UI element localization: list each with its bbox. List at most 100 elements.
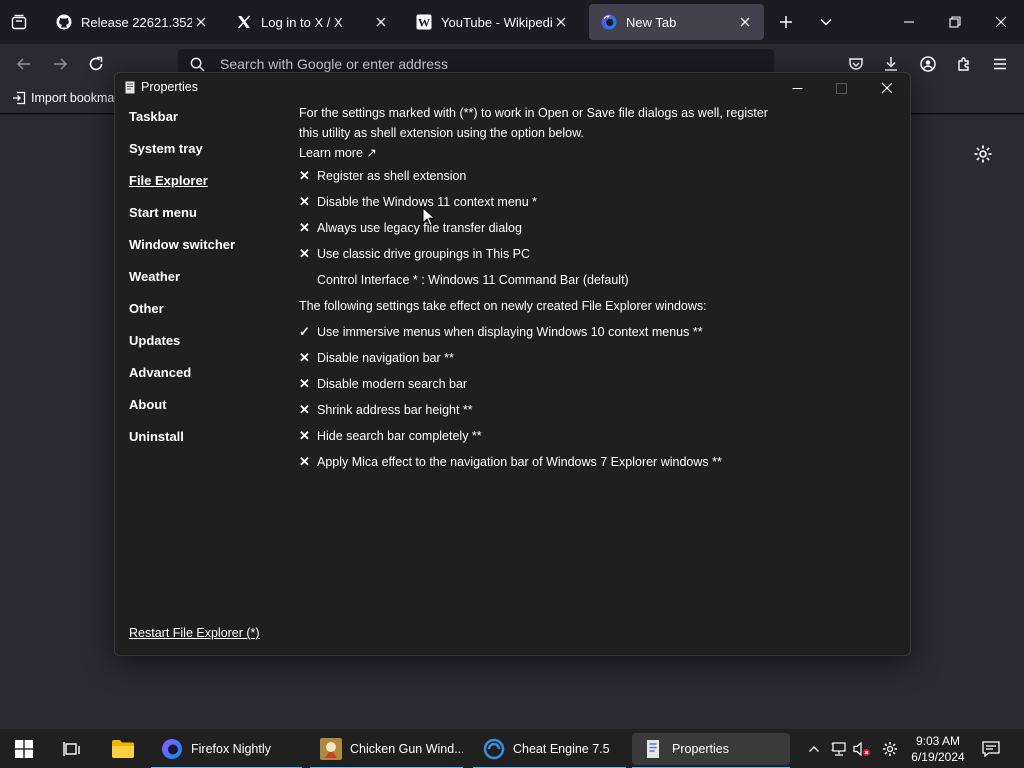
option-state-x-icon: ✕ bbox=[299, 454, 310, 469]
option-label: Hide search bar completely ** bbox=[317, 429, 482, 443]
system-clock[interactable]: 9:03 AM 6/19/2024 bbox=[905, 733, 971, 765]
import-bookmarks-label: Import bookma bbox=[31, 91, 115, 105]
firefox-nightly-icon bbox=[162, 739, 182, 759]
taskbar-app-label: Firefox Nightly bbox=[191, 742, 271, 756]
taskbar-app-label: Properties bbox=[672, 742, 729, 756]
wikipedia-icon: W bbox=[416, 14, 432, 30]
close-window-icon[interactable] bbox=[987, 8, 1015, 36]
show-hidden-icons-chevron-icon[interactable] bbox=[804, 739, 824, 759]
sidebar-item-uninstall[interactable]: Uninstall bbox=[129, 427, 289, 459]
option-state-x-icon: ✕ bbox=[299, 376, 310, 391]
clock-time: 9:03 AM bbox=[915, 734, 961, 748]
forward-arrow-icon[interactable] bbox=[50, 54, 70, 74]
sidebar-item-taskbar[interactable]: Taskbar bbox=[129, 107, 289, 139]
option-hide-search-bar[interactable]: ✕ Hide search bar completely ** bbox=[299, 423, 769, 449]
option-label: Control Interface * : Windows 11 Command… bbox=[317, 273, 629, 287]
dialog-close-icon[interactable] bbox=[872, 76, 902, 100]
taskbar-app-label: Chicken Gun Wind... bbox=[350, 742, 463, 756]
start-windows-logo-icon[interactable] bbox=[12, 733, 36, 765]
option-state-x-icon: ✕ bbox=[299, 350, 310, 365]
properties-dialog: Properties Taskbar System tray File Expl… bbox=[114, 72, 911, 656]
option-label: Shrink address bar height ** bbox=[317, 403, 473, 417]
sidebar-item-updates[interactable]: Updates bbox=[129, 331, 289, 363]
reload-icon[interactable] bbox=[86, 54, 106, 74]
properties-app-icon bbox=[125, 81, 135, 93]
tab-new-tab[interactable]: New Tab bbox=[589, 4, 764, 40]
taskbar-app-cheat-engine[interactable]: Cheat Engine 7.5 bbox=[473, 733, 626, 768]
settings-gear-icon[interactable] bbox=[880, 739, 900, 759]
tab-title: New Tab bbox=[626, 14, 677, 30]
tab-youtube-wikipedia[interactable]: W YouTube - Wikipedia bbox=[404, 4, 580, 40]
file-explorer-settings: For the settings marked with (**) to wor… bbox=[299, 103, 769, 475]
tab-overview-icon[interactable] bbox=[9, 12, 29, 32]
sidebar-item-system-tray[interactable]: System tray bbox=[129, 139, 289, 171]
taskbar: Firefox Nightly Chicken Gun Wind... Chea… bbox=[0, 728, 1024, 768]
properties-icon bbox=[647, 740, 659, 758]
option-immersive-menus[interactable]: ✓ Use immersive menus when displaying Wi… bbox=[299, 319, 769, 345]
taskbar-app-firefox-nightly[interactable]: Firefox Nightly bbox=[151, 733, 302, 768]
settings-sidebar: Taskbar System tray File Explorer Start … bbox=[129, 107, 289, 459]
tab-title: YouTube - Wikipedia bbox=[441, 14, 552, 30]
notification-center-icon[interactable] bbox=[981, 739, 1001, 759]
new-windows-subheading: The following settings take effect on ne… bbox=[299, 299, 707, 313]
minimize-window-icon[interactable] bbox=[895, 8, 923, 36]
option-label: Always use legacy file transfer dialog bbox=[317, 221, 522, 235]
intro-text: For the settings marked with (**) to wor… bbox=[299, 106, 768, 140]
import-bookmarks-button[interactable]: Import bookma bbox=[12, 91, 114, 105]
option-classic-drive-groupings[interactable]: ✕ Use classic drive groupings in This PC bbox=[299, 241, 769, 267]
option-state-x-icon: ✕ bbox=[299, 246, 310, 261]
extensions-puzzle-icon[interactable] bbox=[954, 54, 974, 74]
restore-window-icon[interactable] bbox=[941, 8, 969, 36]
option-disable-navigation-bar[interactable]: ✕ Disable navigation bar ** bbox=[299, 345, 769, 371]
learn-more-link[interactable]: Learn more ↗ bbox=[299, 143, 769, 163]
close-tab-icon[interactable] bbox=[372, 13, 390, 31]
sidebar-item-start-menu[interactable]: Start menu bbox=[129, 203, 289, 235]
tab-title: Log in to X / X bbox=[261, 14, 343, 30]
hamburger-menu-icon[interactable] bbox=[990, 54, 1010, 74]
address-bar-placeholder: Search with Google or enter address bbox=[220, 56, 449, 72]
option-shrink-address-bar[interactable]: ✕ Shrink address bar height ** bbox=[299, 397, 769, 423]
tab-strip: Release 22621.3527.65. Log in to X / X W… bbox=[0, 0, 1024, 44]
close-tab-icon[interactable] bbox=[736, 13, 754, 31]
clock-date: 6/19/2024 bbox=[911, 750, 965, 764]
close-tab-icon[interactable] bbox=[552, 13, 570, 31]
dialog-maximize-icon[interactable] bbox=[826, 76, 856, 100]
mouse-cursor-icon bbox=[422, 207, 436, 227]
volume-muted-icon[interactable] bbox=[852, 739, 872, 759]
restart-file-explorer-link[interactable]: Restart File Explorer (*) bbox=[129, 626, 260, 640]
option-disable-win11-context-menu[interactable]: ✕ Disable the Windows 11 context menu * bbox=[299, 189, 769, 215]
option-legacy-file-transfer-dialog[interactable]: ✕ Always use legacy file transfer dialog bbox=[299, 215, 769, 241]
cheat-engine-icon bbox=[483, 738, 505, 760]
sidebar-item-file-explorer[interactable]: File Explorer bbox=[129, 171, 289, 203]
close-tab-icon[interactable] bbox=[192, 13, 210, 31]
taskbar-app-properties[interactable]: Properties bbox=[632, 733, 790, 768]
list-all-tabs-chevron-icon[interactable] bbox=[816, 12, 836, 32]
sidebar-item-other[interactable]: Other bbox=[129, 299, 289, 331]
tab-login-x[interactable]: Log in to X / X bbox=[224, 4, 400, 40]
option-state-x-icon: ✕ bbox=[299, 428, 310, 443]
downloads-icon[interactable] bbox=[881, 54, 901, 74]
account-icon[interactable] bbox=[918, 54, 938, 74]
sidebar-item-advanced[interactable]: Advanced bbox=[129, 363, 289, 395]
option-state-check-icon: ✓ bbox=[299, 324, 310, 339]
sidebar-item-window-switcher[interactable]: Window switcher bbox=[129, 235, 289, 267]
file-explorer-folder-icon[interactable] bbox=[109, 733, 137, 765]
pocket-icon[interactable] bbox=[846, 54, 866, 74]
sidebar-item-about[interactable]: About bbox=[129, 395, 289, 427]
task-view-icon[interactable] bbox=[60, 733, 84, 765]
sidebar-item-weather[interactable]: Weather bbox=[129, 267, 289, 299]
page-settings-gear-icon[interactable] bbox=[973, 144, 993, 164]
option-control-interface-dropdown[interactable]: Control Interface * : Windows 11 Command… bbox=[299, 267, 769, 293]
tab-release[interactable]: Release 22621.3527.65. bbox=[44, 4, 220, 40]
back-arrow-icon[interactable] bbox=[14, 54, 34, 74]
option-register-shell-extension[interactable]: ✕ Register as shell extension bbox=[299, 163, 769, 189]
option-mica-navigation-bar[interactable]: ✕ Apply Mica effect to the navigation ba… bbox=[299, 449, 769, 475]
option-label: Register as shell extension bbox=[317, 169, 467, 183]
option-disable-modern-search-bar[interactable]: ✕ Disable modern search bar bbox=[299, 371, 769, 397]
option-label: Apply Mica effect to the navigation bar … bbox=[317, 455, 722, 469]
taskbar-app-chicken-gun[interactable]: Chicken Gun Wind... bbox=[310, 733, 463, 768]
option-label: Disable modern search bar bbox=[317, 377, 468, 391]
new-tab-plus-icon[interactable] bbox=[776, 12, 796, 32]
network-icon[interactable] bbox=[829, 739, 849, 759]
dialog-minimize-icon[interactable] bbox=[782, 76, 812, 100]
